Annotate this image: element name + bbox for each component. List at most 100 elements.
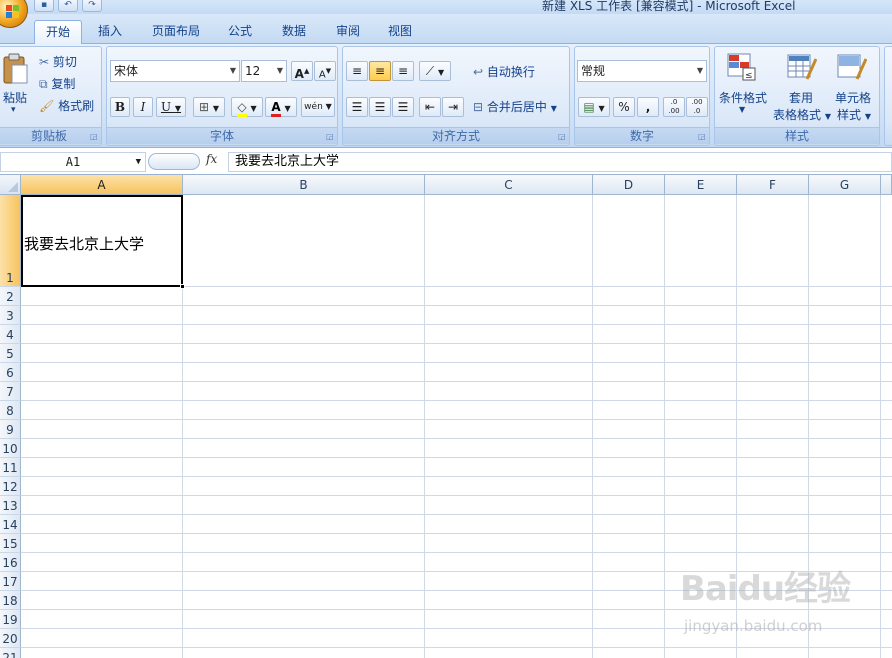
copy-button[interactable]: ⧉ 复制 xyxy=(39,75,75,92)
align-bottom-button[interactable]: ≡ xyxy=(392,61,414,81)
tab-review[interactable]: 审阅 xyxy=(328,20,368,44)
row-header-10[interactable]: 10 xyxy=(0,439,21,458)
fill-handle[interactable] xyxy=(180,284,185,289)
wrap-text-button[interactable]: ↩ 自动换行 xyxy=(473,63,535,80)
underline-button[interactable]: U ▼ xyxy=(156,97,186,117)
row-header-21[interactable]: 21 xyxy=(0,648,21,658)
tab-insert[interactable]: 插入 xyxy=(90,20,130,44)
borders-button[interactable]: ⊞ ▼ xyxy=(193,97,225,117)
fill-color-button[interactable]: ◇ ▼ xyxy=(231,97,263,117)
align-middle-button[interactable]: ≡ xyxy=(369,61,391,81)
decrease-indent-button[interactable]: ⇤ xyxy=(419,97,441,117)
comma-button[interactable]: , xyxy=(637,97,659,117)
table-format-label-1[interactable]: 套用 xyxy=(789,89,813,106)
row-header-7[interactable]: 7 xyxy=(0,382,21,401)
align-center-button[interactable]: ☰ xyxy=(369,97,391,117)
column-header-f[interactable]: F xyxy=(737,175,809,195)
decrease-decimal-button[interactable]: .00 .0 xyxy=(686,97,708,117)
cell-styles-icon[interactable] xyxy=(837,53,867,81)
row-header-19[interactable]: 19 xyxy=(0,610,21,629)
paste-icon[interactable] xyxy=(1,53,29,85)
align-left-button[interactable]: ☰ xyxy=(346,97,368,117)
currency-button[interactable]: ▤ ▼ xyxy=(578,97,610,117)
tab-home[interactable]: 开始 xyxy=(34,20,82,45)
name-box[interactable]: A1 ▼ xyxy=(0,152,146,172)
row-header-9[interactable]: 9 xyxy=(0,420,21,439)
column-header-partial[interactable] xyxy=(881,175,892,195)
merge-cells-icon: ⊟ xyxy=(473,100,484,114)
chevron-down-icon[interactable]: ▼ xyxy=(739,105,745,114)
row-header-4[interactable]: 4 xyxy=(0,325,21,344)
font-launcher-icon[interactable]: ◲ xyxy=(326,133,334,141)
row-header-15[interactable]: 15 xyxy=(0,534,21,553)
conditional-format-button[interactable]: 条件格式 xyxy=(719,89,767,106)
row-header-17[interactable]: 17 xyxy=(0,572,21,591)
cut-button[interactable]: ✂ 剪切 xyxy=(39,53,77,70)
row-header-16[interactable]: 16 xyxy=(0,553,21,572)
column-header-a[interactable]: A xyxy=(21,175,183,195)
number-launcher-icon[interactable]: ◲ xyxy=(698,133,706,141)
row-number: 8 xyxy=(6,404,14,418)
clipboard-launcher-icon[interactable]: ◲ xyxy=(90,133,98,141)
tab-page-layout[interactable]: 页面布局 xyxy=(144,20,208,44)
number-format-combo[interactable]: 常规 ▼ xyxy=(577,60,707,82)
row-header-3[interactable]: 3 xyxy=(0,306,21,325)
select-all-corner[interactable] xyxy=(0,175,21,195)
merge-center-button[interactable]: ⊟ 合并后居中 ▼ xyxy=(473,98,557,115)
styles-group: ≤ 条件格式 ▼ 套用 表格格式 ▼ 单元格 样式 ▼ 样式 xyxy=(714,46,880,146)
row-header-2[interactable]: 2 xyxy=(0,287,21,306)
row-header-6[interactable]: 6 xyxy=(0,363,21,382)
orientation-button[interactable]: ⟋ ▼ xyxy=(419,61,451,81)
undo-icon[interactable]: ↶ xyxy=(58,0,78,12)
increase-indent-button[interactable]: ⇥ xyxy=(442,97,464,117)
worksheet-grid[interactable]: ABCDEFG 1 2 3 4 5 6 7 8 9 10 11 12 13 14 15 16 17 18 19 20 2… xyxy=(0,175,892,658)
tab-data[interactable]: 数据 xyxy=(274,20,314,44)
tab-view[interactable]: 视图 xyxy=(380,20,420,44)
paste-button[interactable]: 粘贴 xyxy=(3,89,27,106)
column-header-g[interactable]: G xyxy=(809,175,881,195)
styles-group-label: 样式 xyxy=(715,127,879,144)
formula-input[interactable]: 我要去北京上大学 xyxy=(228,152,892,172)
font-name-combo[interactable]: 宋体 ▼ xyxy=(110,60,240,82)
grow-font-button[interactable]: A▲ xyxy=(291,61,313,81)
tab-formulas[interactable]: 公式 xyxy=(220,20,260,44)
row-gridline xyxy=(21,495,892,496)
formula-oval-handle[interactable] xyxy=(148,153,200,170)
table-format-button[interactable]: 表格格式 ▼ xyxy=(773,106,831,123)
save-icon[interactable]: ▪ xyxy=(34,0,54,12)
column-header-c[interactable]: C xyxy=(425,175,593,195)
row-header-12[interactable]: 12 xyxy=(0,477,21,496)
align-right-button[interactable]: ☰ xyxy=(392,97,414,117)
row-header-8[interactable]: 8 xyxy=(0,401,21,420)
insert-function-icon[interactable]: fx xyxy=(206,152,217,166)
phonetic-button[interactable]: wén ▼ xyxy=(301,97,335,117)
row-header-11[interactable]: 11 xyxy=(0,458,21,477)
format-painter-button[interactable]: 🖌 格式刷 xyxy=(39,97,94,114)
row-header-13[interactable]: 13 xyxy=(0,496,21,515)
paste-dropdown-icon[interactable]: ▾ xyxy=(11,105,16,115)
row-number: 3 xyxy=(6,309,14,323)
row-header-18[interactable]: 18 xyxy=(0,591,21,610)
italic-button[interactable]: I xyxy=(133,97,153,117)
column-header-b[interactable]: B xyxy=(183,175,425,195)
cell-styles-button[interactable]: 样式 ▼ xyxy=(837,106,871,123)
align-top-button[interactable]: ≡ xyxy=(346,61,368,81)
alignment-launcher-icon[interactable]: ◲ xyxy=(558,133,566,141)
row-header-5[interactable]: 5 xyxy=(0,344,21,363)
shrink-font-button[interactable]: A▼ xyxy=(314,61,336,81)
row-header-20[interactable]: 20 xyxy=(0,629,21,648)
percent-button[interactable]: % xyxy=(613,97,635,117)
table-format-icon[interactable] xyxy=(787,53,817,81)
font-color-button[interactable]: A ▼ xyxy=(265,97,297,117)
row-header-1[interactable]: 1 xyxy=(0,195,21,287)
font-size-combo[interactable]: 12 ▼ xyxy=(241,60,287,82)
redo-icon[interactable]: ↷ xyxy=(82,0,102,12)
column-header-e[interactable]: E xyxy=(665,175,737,195)
bold-button[interactable]: B xyxy=(110,97,130,117)
cell-styles-label-1[interactable]: 单元格 xyxy=(835,89,871,106)
row-header-14[interactable]: 14 xyxy=(0,515,21,534)
increase-decimal-button[interactable]: .0 .00 xyxy=(663,97,685,117)
cell-a1[interactable]: 我要去北京上大学 xyxy=(21,195,185,289)
conditional-format-icon[interactable]: ≤ xyxy=(727,53,757,81)
column-header-d[interactable]: D xyxy=(593,175,665,195)
